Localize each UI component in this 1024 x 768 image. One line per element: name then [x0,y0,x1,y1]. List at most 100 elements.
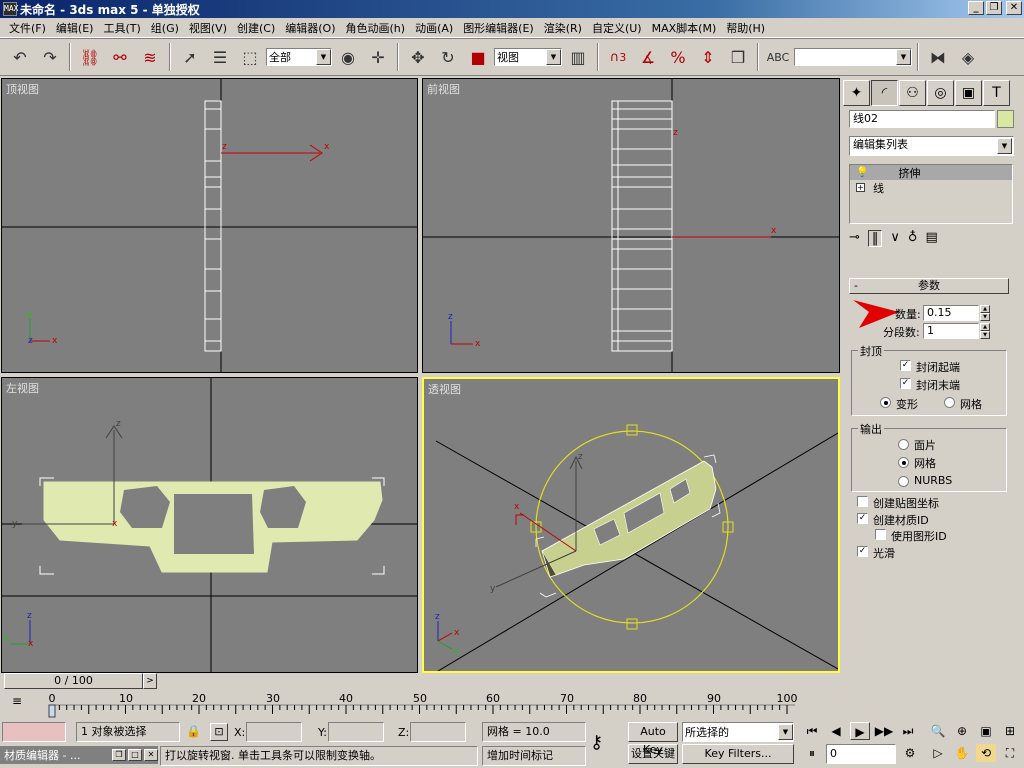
display-tab-icon[interactable]: ▣ [955,80,982,106]
maximize-button[interactable]: ❐ [986,1,1002,15]
amount-spinner[interactable]: ▲ ▼ [980,305,990,321]
set-key-button[interactable]: 设置关键帧 [628,744,678,764]
redo-icon[interactable]: ↷ [36,43,64,71]
cap-start-checkbox[interactable]: ✓ [900,360,911,371]
cap-end-checkbox[interactable]: ✓ [900,378,911,389]
patch-radio[interactable] [898,439,909,450]
viewport-left[interactable]: 左视图 z y x z y x [1,377,418,673]
arc-rotate-icon[interactable]: ⟲ [976,744,996,762]
align-icon[interactable]: ◈ [954,43,982,71]
menu-character[interactable]: 角色动画(h) [341,20,411,36]
select-move-icon[interactable]: ✛ [364,43,392,71]
next-frame-icon[interactable]: ▶▶ [874,722,894,740]
segments-spinner[interactable]: ▲ ▼ [980,323,990,339]
prev-frame-icon[interactable]: ◀ [826,722,846,740]
named-selection-dropdown[interactable]: ▼ [794,48,912,66]
menu-create[interactable]: 创建(C) [232,20,280,36]
menu-views[interactable]: 视图(V) [184,20,232,36]
motion-tab-icon[interactable]: ◎ [927,80,954,106]
maxscript-listener-mini[interactable] [2,722,66,742]
unlink-icon[interactable]: ⚯ [106,43,134,71]
close-button[interactable]: ✕ [1006,1,1022,15]
smooth-checkbox[interactable]: ✓ [857,546,868,557]
remove-modifier-icon[interactable]: ♁ [908,230,918,247]
time-slider[interactable]: 0 / 100 > [0,673,840,690]
light-bulb-icon[interactable]: 💡 [856,167,868,178]
percent-snap-icon[interactable]: % [664,43,692,71]
undo-icon[interactable]: ↶ [6,43,34,71]
select-arrow-icon[interactable]: ➚ [176,43,204,71]
maximize-icon[interactable]: □ [128,749,142,761]
create-tab-icon[interactable]: ✦ [843,80,870,106]
named-selection-icon[interactable]: ❒ [724,43,752,71]
viewport-label[interactable]: 透视图 [428,381,461,397]
modify-tab-icon[interactable]: ◜ [871,80,898,106]
mesh-radio[interactable] [898,457,909,468]
lock-icon[interactable]: 🔒 [186,724,201,738]
grid-radio[interactable] [944,397,955,408]
angle-snap-icon[interactable]: ∡ [634,43,662,71]
current-frame-input[interactable]: 0 [826,744,896,764]
mirror-icon[interactable]: ⧓ [924,43,952,71]
field-of-view-icon[interactable]: ▷ [928,744,948,762]
parameters-rollout-header[interactable]: - 参数 [849,278,1009,294]
time-slider-thumb[interactable]: 0 / 100 [4,673,143,689]
rotate-icon[interactable]: ↻ [434,43,462,71]
next-frame-arrow-icon[interactable]: > [143,673,157,689]
amount-input[interactable]: 0.15 [923,305,979,321]
pin-stack-icon[interactable]: ⊸ [849,230,860,247]
viewport-label[interactable]: 顶视图 [6,81,39,97]
utilities-tab-icon[interactable]: T [983,80,1010,106]
menu-group[interactable]: 组(G) [146,20,184,36]
link-icon[interactable]: ⛓ [76,43,104,71]
menu-tools[interactable]: 工具(T) [98,20,145,36]
use-shape-ids-checkbox[interactable] [875,529,886,540]
show-end-result-icon[interactable]: ‖ [867,230,883,247]
menu-help[interactable]: 帮助(H) [721,20,770,36]
menu-customize[interactable]: 自定义(U) [587,20,647,36]
ref-coord-dropdown[interactable]: 视图 ▼ [494,48,562,66]
menu-edit[interactable]: 编辑(E) [51,20,99,36]
menu-modifiers[interactable]: 编辑器(O) [280,20,340,36]
expand-plus-icon[interactable]: + [856,183,865,192]
gen-mat-ids-checkbox[interactable]: ✓ [857,513,868,524]
viewport-label[interactable]: 前视图 [427,81,460,97]
time-config-icon[interactable]: ⚙ [900,744,920,762]
scale-icon[interactable]: ■ [464,43,492,71]
stack-item-line[interactable]: + 线 [850,180,1012,195]
viewport-perspective[interactable]: 透视图 z x y z x y [422,377,840,673]
key-mode-toggle-icon[interactable]: ⏸ [802,744,822,762]
pan-hand-icon[interactable]: ✋ [952,744,972,762]
selection-filter-dropdown[interactable]: 全部 ▼ [266,48,332,66]
select-by-name-icon[interactable]: ☰ [206,43,234,71]
zoom-icon[interactable]: 🔍 [928,722,948,740]
morph-radio[interactable] [880,397,891,408]
menu-file[interactable]: 文件(F) [4,20,51,36]
zoom-extents-all-icon[interactable]: ⊞ [1000,722,1020,740]
close-icon[interactable]: ✕ [144,749,158,761]
move-icon[interactable]: ✥ [404,43,432,71]
menu-graph-editors[interactable]: 图形编辑器(E) [458,20,539,36]
make-unique-icon[interactable]: ∨ [890,230,900,247]
maximize-viewport-icon[interactable]: ⛶ [1000,744,1020,762]
segments-input[interactable]: 1 [923,323,979,339]
viewport-front[interactable]: 前视图 x z z x [422,78,840,373]
restore-icon[interactable]: ❐ [112,749,126,761]
absolute-mode-icon[interactable]: ⊡ [210,723,228,741]
gen-mapping-checkbox[interactable] [857,496,868,507]
app-icon[interactable]: MAX [3,2,18,16]
object-name-field[interactable]: 线02 [849,110,995,128]
object-color-swatch[interactable] [997,110,1014,128]
configure-sets-icon[interactable]: ▤ [925,230,937,247]
auto-key-button[interactable]: Auto Key [628,722,678,756]
z-coord-input[interactable] [410,722,466,742]
menu-animation[interactable]: 动画(A) [410,20,458,36]
viewport-top[interactable]: 顶视图 x z y x z [1,78,418,373]
window-crossing-icon[interactable]: ◉ [334,43,362,71]
key-mode-dropdown[interactable]: 所选择的 ▼ [682,722,794,742]
key-filters-button[interactable]: Key Filters... [682,744,794,764]
track-bar[interactable]: ≡ 0 10 20 30 40 50 60 70 80 90 100 [0,690,840,720]
viewport-label[interactable]: 左视图 [6,380,39,396]
pivot-center-icon[interactable]: ▥ [564,43,592,71]
bind-space-warp-icon[interactable]: ≋ [136,43,164,71]
